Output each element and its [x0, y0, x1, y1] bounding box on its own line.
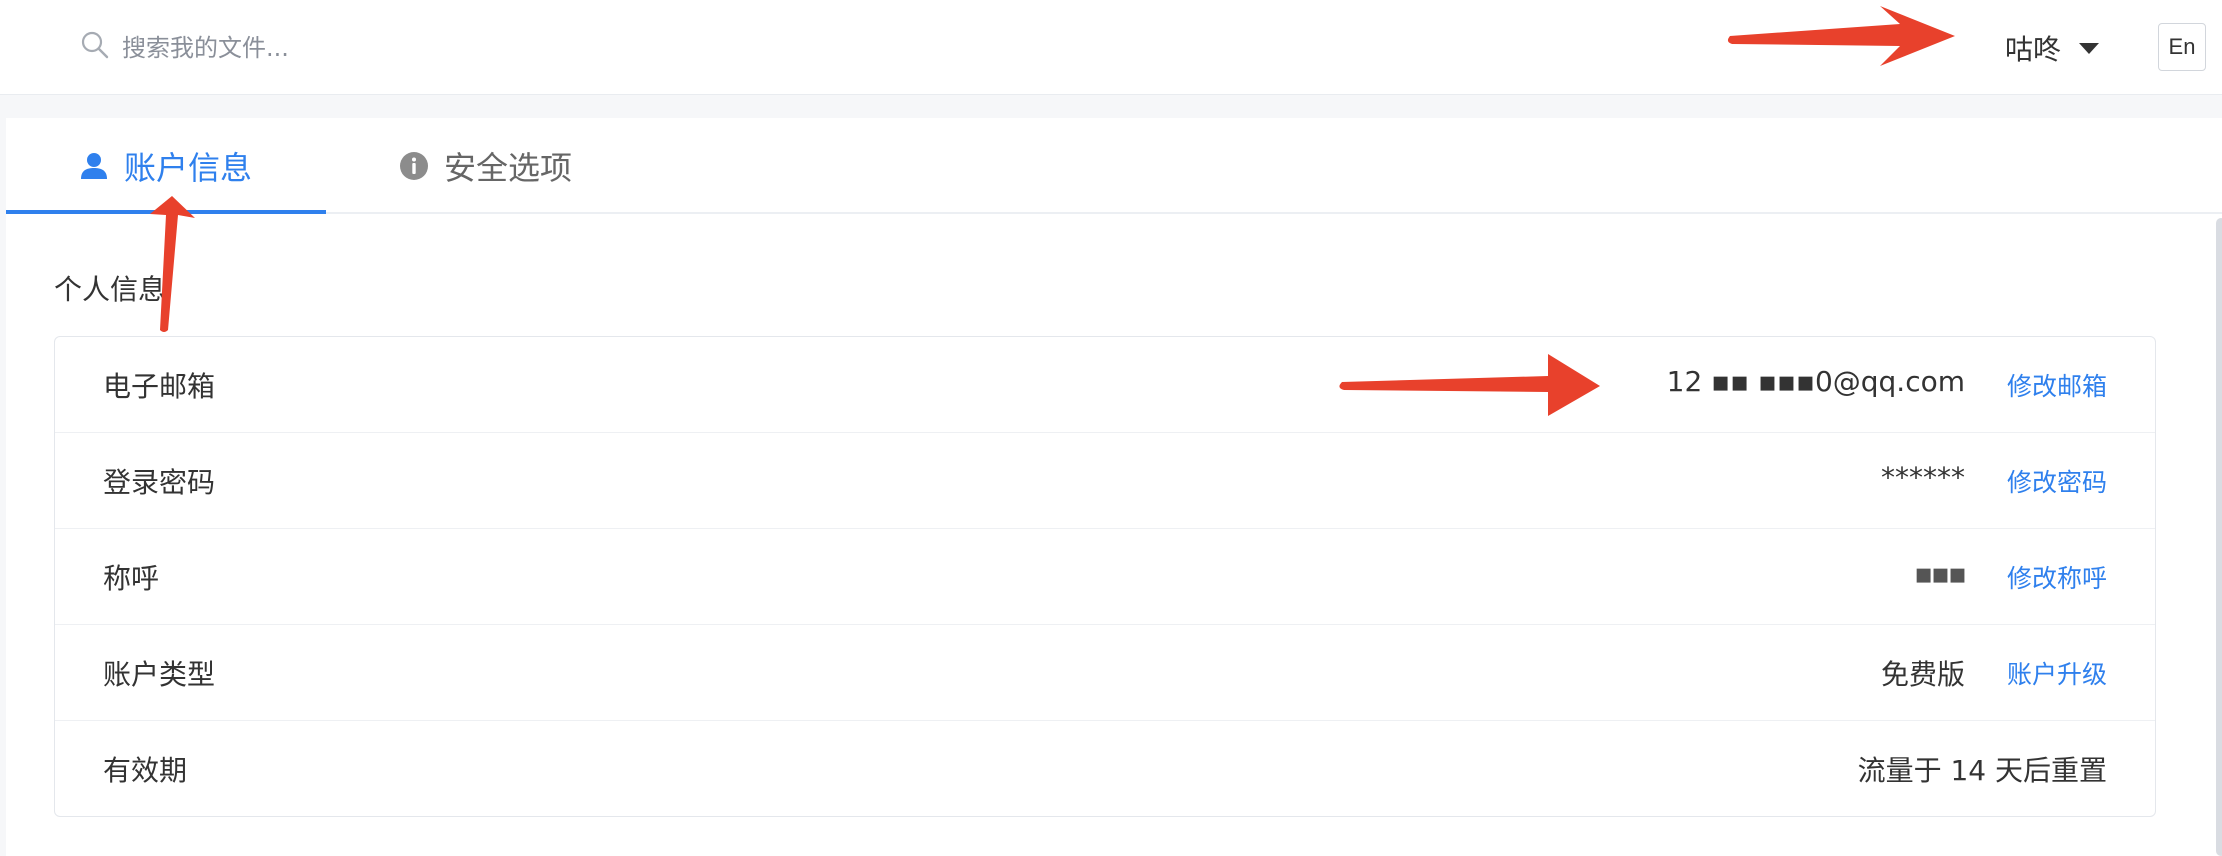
row-label: 称呼 — [103, 562, 160, 595]
password-value: ****** — [1881, 461, 1965, 494]
info-row-email: 电子邮箱 12 ▪▪ ▪▪▪0@qq.com 修改邮箱 — [55, 337, 2155, 433]
email-value: 12 ▪▪ ▪▪▪0@qq.com — [1666, 365, 1965, 398]
user-menu[interactable]: 咕咚 — [2005, 22, 2100, 74]
search-input[interactable] — [122, 22, 642, 74]
info-row-password: 登录密码 ****** 修改密码 — [55, 433, 2155, 529]
row-label: 登录密码 — [103, 466, 216, 499]
change-email-link[interactable]: 修改邮箱 — [2007, 367, 2107, 403]
tab-account-info-label: 账户信息 — [124, 149, 253, 187]
info-row-validity: 有效期 流量于 14 天后重置 — [55, 721, 2155, 817]
validity-value: 流量于 14 天后重置 — [1857, 754, 2107, 787]
tab-security-options[interactable]: 安全选项 — [398, 118, 572, 214]
scrollbar[interactable] — [2216, 218, 2222, 856]
change-nickname-link[interactable]: 修改称呼 — [2007, 559, 2107, 595]
chevron-down-icon — [2079, 42, 2100, 54]
personal-info-card: 电子邮箱 12 ▪▪ ▪▪▪0@qq.com 修改邮箱 登录密码 ****** … — [54, 336, 2156, 817]
user-name: 咕咚 — [2005, 33, 2062, 66]
info-row-account-type: 账户类型 免费版 账户升级 — [55, 625, 2155, 721]
language-toggle-button[interactable]: En — [2158, 23, 2206, 71]
account-panel: 账户信息 安全选项 个人信息 电子邮箱 12 ▪▪ ▪▪▪0@qq.com 修改… — [6, 118, 2222, 856]
tab-bar: 账户信息 安全选项 — [6, 118, 2222, 214]
change-password-link[interactable]: 修改密码 — [2007, 463, 2107, 499]
tab-account-info[interactable]: 账户信息 — [78, 118, 252, 214]
search-icon — [81, 31, 109, 59]
account-type-value: 免费版 — [1880, 658, 1965, 691]
row-label: 电子邮箱 — [103, 370, 216, 403]
top-bar: 咕咚 En — [0, 0, 2222, 95]
section-title: 个人信息 — [54, 273, 167, 306]
upgrade-account-link[interactable]: 账户升级 — [2007, 655, 2107, 691]
tab-security-options-label: 安全选项 — [444, 149, 573, 187]
user-icon — [81, 153, 107, 179]
info-icon — [400, 152, 428, 180]
row-label: 账户类型 — [103, 658, 216, 691]
row-label: 有效期 — [103, 754, 188, 787]
info-row-nickname: 称呼 ▪▪▪ 修改称呼 — [55, 529, 2155, 625]
active-tab-indicator — [6, 210, 326, 214]
nickname-value: ▪▪▪ — [1914, 557, 1967, 590]
